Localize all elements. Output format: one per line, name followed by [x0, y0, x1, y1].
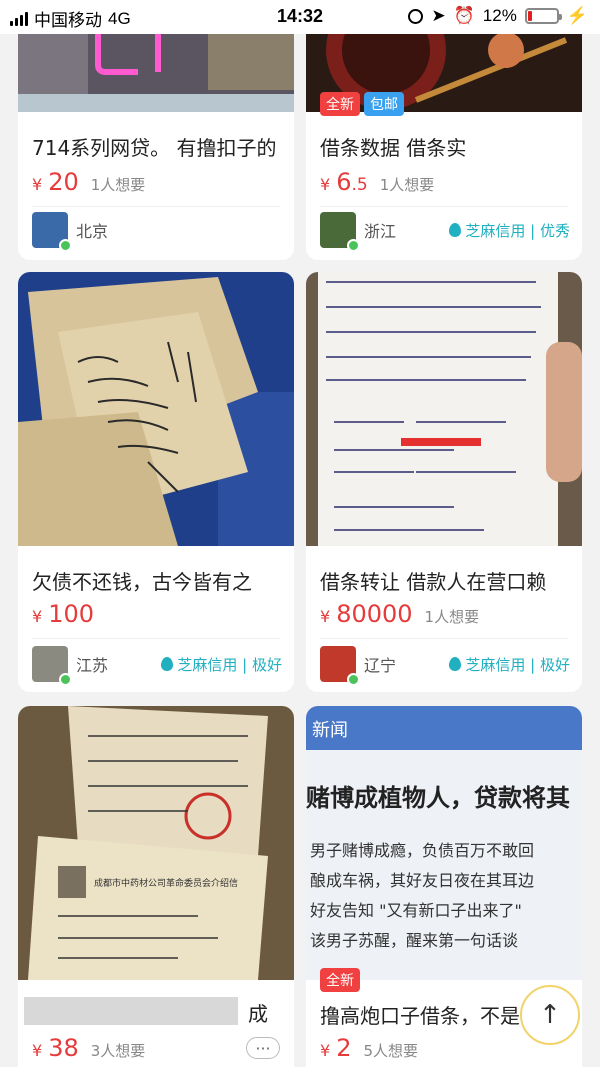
online-dot-icon	[59, 239, 72, 252]
price-row: ¥ 80000 1人想要	[320, 600, 479, 628]
status-bar: 中国移动 4G 14:32 ➤ ⏰ 12% ⚡	[0, 0, 600, 34]
price-row: ¥ 38 3人想要	[32, 1034, 145, 1062]
carrier-name: 中国移动	[34, 11, 102, 30]
sesame-credit: 芝麻信用 | 极好	[449, 654, 570, 675]
news-line: 好友告知 "又有新口子出来了"	[310, 901, 522, 920]
price: 80000	[336, 600, 413, 628]
sesame-credit: 芝麻信用 | 优秀	[449, 220, 570, 241]
product-title[interactable]: 借条数据 借条实	[320, 132, 582, 161]
wants-count: 1人想要	[379, 176, 435, 194]
tag-new: 全新	[320, 92, 360, 116]
signal-strength-icon	[10, 11, 28, 26]
wants-count: 5人想要	[363, 1042, 419, 1060]
price-row: ¥ 6 .5 1人想要	[320, 168, 434, 196]
seller-info[interactable]: 北京	[32, 212, 282, 252]
credit-label: 芝麻信用 | 优秀	[465, 221, 570, 240]
currency-symbol: ¥	[32, 175, 43, 194]
product-image[interactable]	[18, 272, 294, 546]
currency-symbol: ¥	[32, 607, 43, 626]
divider	[32, 638, 280, 639]
news-line: 酿成车祸，其好友日夜在其耳边	[310, 871, 534, 890]
network-type: 4G	[108, 8, 131, 28]
sesame-credit-icon	[161, 657, 174, 671]
news-headline: 赌博成植物人，贷款将其	[306, 784, 570, 812]
wants-count: 1人想要	[424, 608, 480, 626]
product-image[interactable]: 新闻 赌博成植物人，贷款将其 男子赌博成瘾，负债百万不敢回 酿成车祸，其好友日夜…	[306, 706, 582, 980]
tag-free-shipping: 包邮	[364, 92, 404, 116]
product-title-tail[interactable]: 成	[248, 998, 268, 1027]
price-row: ¥ 2 5人想要	[320, 1034, 418, 1062]
online-dot-icon	[347, 673, 360, 686]
redacted-title	[24, 997, 238, 1025]
currency-symbol: ¥	[320, 1041, 331, 1060]
product-title[interactable]: 714系列网贷。 有撸扣子的	[32, 132, 294, 161]
online-dot-icon	[59, 673, 72, 686]
product-title[interactable]: 撸高炮口子借条，不是	[320, 1000, 532, 1029]
price: 6	[336, 168, 352, 196]
seller-avatar[interactable]	[32, 646, 72, 686]
orientation-lock-icon	[408, 8, 424, 24]
online-dot-icon	[347, 239, 360, 252]
price: 100	[48, 600, 94, 628]
price-row: ¥ 20 1人想要	[32, 168, 145, 196]
news-line: 男子赌博成瘾，负债百万不敢回	[310, 841, 534, 860]
battery-percent: 12%	[482, 6, 517, 25]
news-line: 该男子苏醒，醒来第一句话谈	[310, 931, 518, 950]
product-tags: 全新 包邮	[320, 92, 404, 116]
price: 20	[48, 168, 79, 196]
product-feed: 714系列网贷。 有撸扣子的 ¥ 20 1人想要 北京 全新 包邮 借条数据 借…	[0, 0, 600, 1067]
status-right: ➤ ⏰ 12% ⚡	[408, 6, 588, 26]
status-left: 中国移动 4G	[10, 6, 131, 31]
sesame-credit-icon	[449, 223, 462, 237]
product-image[interactable]	[306, 272, 582, 546]
wants-count: 1人想要	[90, 176, 146, 194]
product-title[interactable]: 欠债不还钱，古今皆有之	[32, 566, 294, 595]
seller-avatar[interactable]	[320, 646, 360, 686]
document-caption: 成都市中药材公司革命委员会介绍信	[94, 877, 238, 889]
battery-icon	[524, 8, 562, 24]
sesame-credit: 芝麻信用 | 极好	[161, 654, 282, 675]
product-title[interactable]: 借条转让 借款人在营口赖	[320, 566, 582, 595]
seller-location: 浙江	[364, 222, 397, 241]
seller-location: 江苏	[76, 656, 109, 675]
sesame-credit-icon	[449, 657, 462, 671]
credit-label: 芝麻信用 | 极好	[465, 655, 570, 674]
divider	[320, 206, 568, 207]
more-options-button[interactable]: ···	[246, 1037, 280, 1059]
tag-new: 全新	[320, 968, 360, 992]
product-card[interactable]: 欠债不还钱，古今皆有之 ¥ 100 江苏 芝麻信用 | 极好	[18, 272, 294, 692]
seller-info[interactable]: 江苏 芝麻信用 | 极好	[32, 646, 282, 686]
currency-symbol: ¥	[320, 175, 331, 194]
arrow-up-icon: ↑	[539, 1000, 561, 1030]
product-image[interactable]: 成都市中药材公司革命委员会介绍信	[18, 706, 294, 980]
currency-symbol: ¥	[320, 607, 331, 626]
alarm-icon: ⏰	[453, 6, 475, 25]
divider	[320, 638, 568, 639]
divider	[32, 206, 280, 207]
charging-bolt-icon: ⚡	[566, 6, 588, 25]
product-card[interactable]: 借条转让 借款人在营口赖 ¥ 80000 1人想要 辽宁 芝麻信用 | 极好	[306, 272, 582, 692]
price-decimal: .5	[351, 175, 368, 195]
seller-location: 辽宁	[364, 656, 397, 675]
scroll-to-top-button[interactable]: ↑	[520, 985, 580, 1045]
credit-label: 芝麻信用 | 极好	[177, 655, 282, 674]
price-row: ¥ 100	[32, 600, 94, 628]
news-header: 新闻	[312, 720, 348, 741]
wants-count: 3人想要	[90, 1042, 146, 1060]
seller-info[interactable]: 辽宁 芝麻信用 | 极好	[320, 646, 570, 686]
price: 38	[48, 1034, 79, 1062]
product-tags: 全新	[320, 968, 360, 992]
seller-info[interactable]: 浙江 芝麻信用 | 优秀	[320, 212, 570, 252]
currency-symbol: ¥	[32, 1041, 43, 1060]
price: 2	[336, 1034, 352, 1062]
location-arrow-icon: ➤	[431, 6, 446, 25]
seller-avatar[interactable]	[320, 212, 360, 252]
product-card[interactable]: 714系列网贷。 有撸扣子的 ¥ 20 1人想要 北京	[18, 20, 294, 260]
seller-avatar[interactable]	[32, 212, 72, 252]
product-card[interactable]: 全新 包邮 借条数据 借条实 ¥ 6 .5 1人想要 浙江 芝麻信用 | 优秀	[306, 20, 582, 260]
seller-location: 北京	[76, 222, 109, 241]
